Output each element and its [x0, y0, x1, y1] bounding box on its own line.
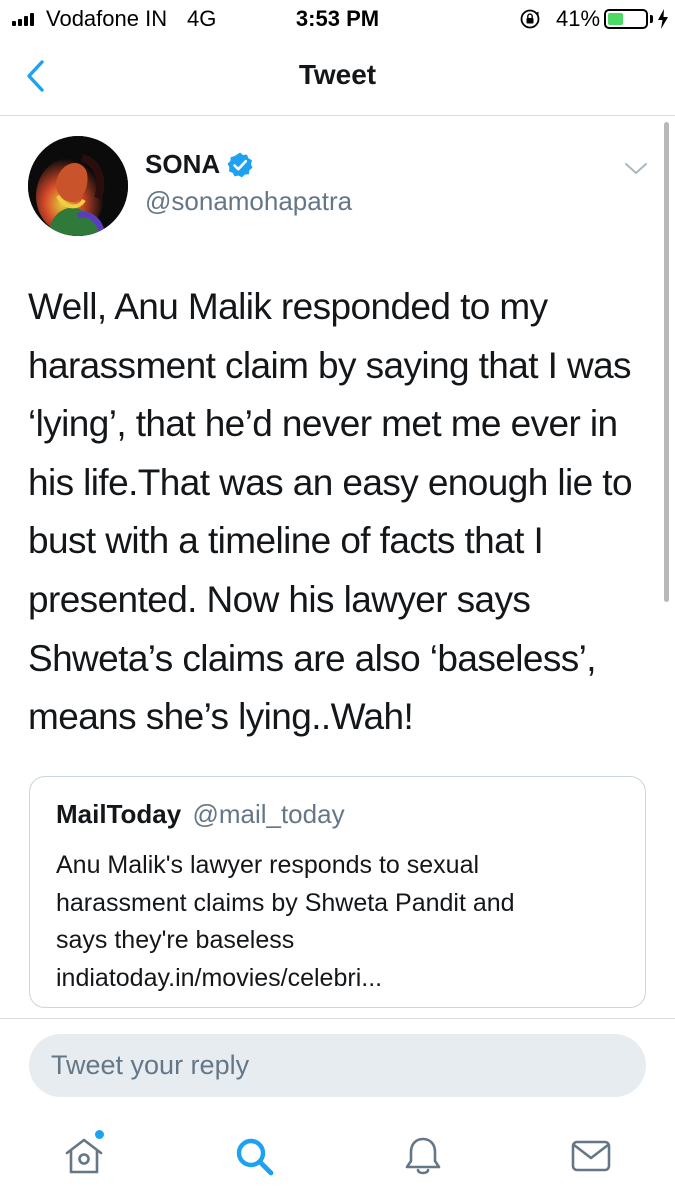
avatar[interactable] — [28, 136, 128, 236]
scrollbar[interactable] — [664, 122, 669, 602]
battery-level — [608, 13, 623, 25]
quoted-tweet[interactable]: MailToday @mail_today Anu Malik's lawyer… — [29, 776, 646, 1008]
author-line: SONA — [145, 149, 254, 180]
reply-input[interactable] — [29, 1034, 646, 1097]
quoted-link[interactable]: indiatoday.in/movies/celebri... — [56, 960, 626, 998]
quoted-tweet-header: MailToday @mail_today — [56, 799, 345, 830]
verified-badge-icon — [227, 152, 253, 177]
page-title: Tweet — [298, 59, 377, 90]
tab-bar — [0, 1110, 675, 1200]
home-icon[interactable] — [62, 1134, 106, 1178]
new-content-indicator — [95, 1130, 104, 1139]
quoted-text-line: Anu Malik's lawyer responds to sexual — [56, 851, 480, 879]
author-handle[interactable]: @sonamohapatra — [145, 186, 352, 217]
charging-icon — [658, 9, 668, 29]
quoted-tweet-text: Anu Malik's lawyer responds to sexual ha… — [56, 847, 626, 997]
quoted-text-line: harassment claims by Shweta Pandit and — [56, 888, 515, 917]
battery-percent: 41% — [556, 6, 601, 31]
rotation-lock-icon — [520, 9, 540, 29]
quoted-text-line: says they're baseless — [56, 926, 295, 954]
notifications-icon[interactable] — [401, 1134, 445, 1178]
chevron-down-icon[interactable] — [623, 160, 649, 178]
battery-icon — [604, 9, 648, 29]
author-name[interactable]: SONA — [145, 149, 220, 180]
search-icon[interactable] — [232, 1134, 276, 1178]
tweet-text: Well, Anu Malik responded to my harassme… — [28, 286, 633, 738]
quoted-author-handle: @mail_today — [192, 799, 345, 829]
messages-icon[interactable] — [569, 1134, 613, 1178]
status-bar: Vodafone IN 4G 3:53 PM 41% — [0, 0, 675, 40]
quoted-author-name: MailToday — [56, 799, 182, 829]
divider — [0, 1018, 675, 1019]
nav-header: Tweet — [0, 40, 675, 116]
battery-tip — [650, 15, 653, 23]
